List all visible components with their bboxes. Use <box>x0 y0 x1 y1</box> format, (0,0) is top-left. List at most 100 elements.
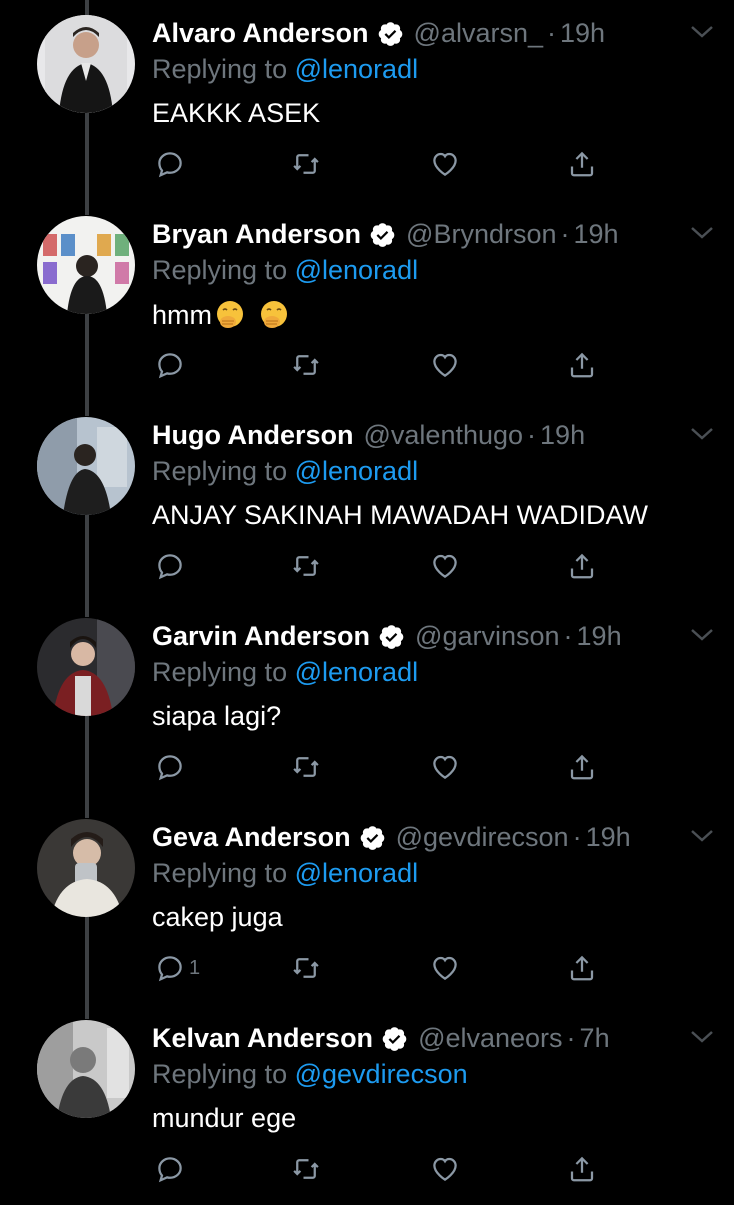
user-handle[interactable]: @valenthugo <box>364 420 524 451</box>
replying-to: Replying to @lenoradl <box>152 456 418 487</box>
heart-icon <box>433 152 457 176</box>
tweet[interactable]: Alvaro Anderson @alvarsn_ · 19h Replying… <box>0 0 734 200</box>
display-name[interactable]: Kelvan Anderson <box>152 1023 373 1054</box>
reply-button[interactable]: 1 <box>155 952 200 984</box>
verified-badge-icon <box>370 222 395 247</box>
share-button[interactable] <box>567 1153 597 1185</box>
replying-to: Replying to @lenoradl <box>152 54 418 85</box>
replying-prefix: Replying to <box>152 858 288 888</box>
like-button[interactable] <box>430 952 460 984</box>
chevron-down-icon[interactable] <box>688 424 716 444</box>
retweet-button[interactable] <box>291 550 321 582</box>
retweet-button[interactable] <box>291 751 321 783</box>
display-name[interactable]: Geva Anderson <box>152 822 351 853</box>
tweet-header: Geva Anderson @gevdirecson · 19h <box>152 818 674 856</box>
tweet[interactable]: Hugo Anderson @valenthugo · 19h Replying… <box>0 402 734 602</box>
like-button[interactable] <box>430 1153 460 1185</box>
tweet[interactable]: Garvin Anderson @garvinson · 19h Replyin… <box>0 603 734 803</box>
display-name[interactable]: Alvaro Anderson <box>152 18 369 49</box>
reply-button[interactable] <box>155 550 189 582</box>
reply-button[interactable] <box>155 349 189 381</box>
heart-icon <box>433 353 457 377</box>
tweet-text: EAKKK ASEK <box>152 98 320 129</box>
verified-badge-icon <box>382 1026 407 1051</box>
tweet-text: mundur ege <box>152 1103 296 1134</box>
display-name[interactable]: Hugo Anderson <box>152 420 354 451</box>
share-button[interactable] <box>567 952 597 984</box>
tweet-header: Garvin Anderson @garvinson · 19h <box>152 617 674 655</box>
replying-prefix: Replying to <box>152 54 288 84</box>
user-handle[interactable]: @gevdirecson <box>396 822 569 853</box>
chevron-down-icon[interactable] <box>688 1027 716 1047</box>
avatar[interactable] <box>37 417 135 515</box>
like-button[interactable] <box>430 751 460 783</box>
display-name[interactable]: Bryan Anderson <box>152 219 361 250</box>
avatar[interactable] <box>37 819 135 917</box>
user-handle[interactable]: @alvarsn_ <box>414 18 543 49</box>
timestamp[interactable]: 19h <box>560 18 605 49</box>
mention-link[interactable]: @gevdirecson <box>295 1059 468 1089</box>
share-button[interactable] <box>567 550 597 582</box>
share-button[interactable] <box>567 751 597 783</box>
tweet-actions <box>155 148 605 180</box>
share-button[interactable] <box>567 148 597 180</box>
tweet-header: Hugo Anderson @valenthugo · 19h <box>152 416 674 454</box>
replying-prefix: Replying to <box>152 657 288 687</box>
avatar[interactable] <box>37 15 135 113</box>
like-button[interactable] <box>430 349 460 381</box>
verified-badge-icon <box>379 624 404 649</box>
timestamp[interactable]: 19h <box>586 822 631 853</box>
display-name[interactable]: Garvin Anderson <box>152 621 370 652</box>
tweet[interactable]: Kelvan Anderson @elvaneors · 7h Replying… <box>0 1005 734 1205</box>
separator-dot: · <box>547 17 557 48</box>
tweet-body: EAKKK ASEK <box>152 98 321 128</box>
heart-icon <box>433 755 457 779</box>
timestamp[interactable]: 19h <box>577 621 622 652</box>
chevron-down-icon[interactable] <box>688 223 716 243</box>
retweet-button[interactable] <box>291 148 321 180</box>
share-button[interactable] <box>567 349 597 381</box>
like-button[interactable] <box>430 550 460 582</box>
mention-link[interactable]: @lenoradl <box>295 456 418 486</box>
user-handle[interactable]: @elvaneors <box>418 1023 562 1054</box>
retweet-button[interactable] <box>291 952 321 984</box>
retweet-button[interactable] <box>291 349 321 381</box>
user-handle[interactable]: @garvinson <box>415 621 559 652</box>
avatar[interactable] <box>37 618 135 716</box>
replying-prefix: Replying to <box>152 255 288 285</box>
tweet[interactable]: Geva Anderson @gevdirecson · 19h Replyin… <box>0 804 734 1004</box>
reply-icon <box>158 1157 182 1183</box>
chevron-down-icon[interactable] <box>688 22 716 42</box>
reply-button[interactable] <box>155 148 189 180</box>
mention-link[interactable]: @lenoradl <box>295 657 418 687</box>
like-button[interactable] <box>430 148 460 180</box>
timestamp[interactable]: 7h <box>580 1023 610 1054</box>
heart-icon <box>433 554 457 578</box>
retweet-icon <box>293 355 319 375</box>
replying-to: Replying to @lenoradl <box>152 255 418 286</box>
retweet-icon <box>293 556 319 576</box>
mention-link[interactable]: @lenoradl <box>295 255 418 285</box>
mention-link[interactable]: @lenoradl <box>295 858 418 888</box>
retweet-button[interactable] <box>291 1153 321 1185</box>
separator-dot: · <box>560 218 570 249</box>
timestamp[interactable]: 19h <box>574 219 619 250</box>
verified-badge-icon <box>378 21 402 46</box>
tweet-text: ANJAY SAKINAH MAWADAH WADIDAW <box>152 500 648 531</box>
user-handle[interactable]: @Bryndrson <box>406 219 556 250</box>
reply-button[interactable] <box>155 1153 189 1185</box>
mention-link[interactable]: @lenoradl <box>295 54 418 84</box>
reply-count: 1 <box>189 956 201 979</box>
tweet-text: siapa lagi? <box>152 701 281 732</box>
reply-button[interactable] <box>155 751 189 783</box>
chevron-down-icon[interactable] <box>688 826 716 846</box>
tweet[interactable]: Bryan Anderson @Bryndrson · 19h Replying… <box>0 201 734 401</box>
chevron-down-icon[interactable] <box>688 625 716 645</box>
tweet-body: hmm <box>152 299 212 330</box>
heart-icon <box>433 956 457 980</box>
separator-dot: · <box>566 1022 576 1053</box>
tweet-actions <box>155 751 605 783</box>
avatar[interactable] <box>37 1020 135 1118</box>
avatar[interactable] <box>37 216 135 314</box>
timestamp[interactable]: 19h <box>540 420 585 451</box>
